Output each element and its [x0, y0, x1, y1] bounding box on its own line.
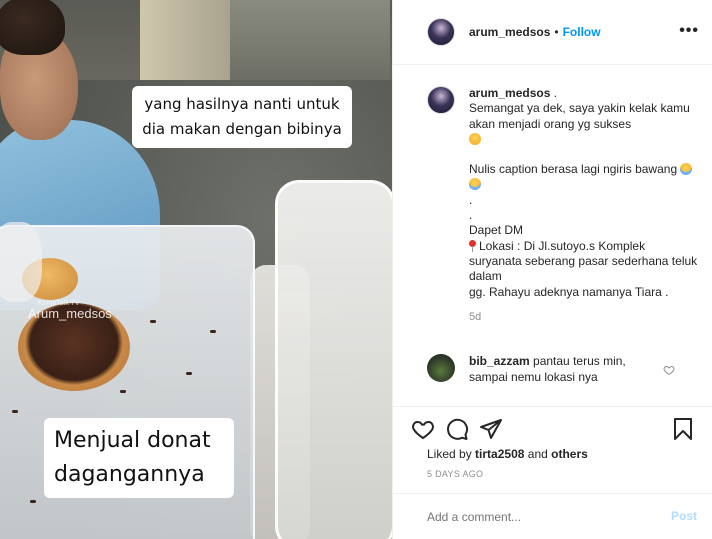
header-separator: • — [554, 25, 559, 39]
caption-username[interactable]: arum_medsos — [469, 86, 550, 100]
caption-suffix: . — [553, 86, 558, 100]
post-actions: Liked by tirta2508 and others 5 DAYS AGO — [393, 406, 712, 493]
caption-line5: gg. Rahayu adeknya namanya Tiara . — [469, 284, 669, 299]
post-dialog: KompTalk TV Arum_medsos yang hasilnya na… — [0, 0, 712, 539]
media-sprinkle — [150, 320, 156, 323]
smile-emoji-icon — [469, 132, 481, 145]
likes-user[interactable]: tirta2508 — [475, 447, 524, 461]
media-glove — [0, 222, 42, 302]
comment-input[interactable] — [427, 509, 657, 524]
post-time-ago[interactable]: 5 DAYS AGO — [427, 469, 483, 479]
avatar[interactable] — [427, 18, 455, 46]
caption-line3: Dapet DM — [469, 223, 524, 238]
heart-small-icon[interactable] — [663, 364, 675, 376]
comment-icon[interactable] — [445, 417, 469, 441]
likes-and: and — [527, 447, 548, 461]
comment-username[interactable]: bib_azzam — [469, 354, 530, 368]
more-icon[interactable]: ••• — [679, 22, 699, 40]
media-sprinkle — [120, 390, 126, 393]
likes-prefix: Liked by — [427, 447, 472, 461]
heart-icon[interactable] — [411, 417, 435, 441]
comment-avatar[interactable] — [427, 354, 455, 382]
comment-row: bib_azzam pantau terus min, sampai nemu … — [427, 354, 697, 385]
caption-line2-text: Nulis caption berasa lagi ngiris bawang — [469, 162, 678, 177]
follow-button[interactable]: Follow — [563, 25, 601, 39]
media-caption-top: yang hasilnya nanti untuk dia makan deng… — [132, 86, 352, 148]
media-box-right — [275, 180, 392, 539]
caption-line4-text: Lokasi : Di Jl.sutoyo.s Komplek suryanat… — [469, 238, 698, 284]
caption-dot1: . — [469, 192, 473, 207]
media-pillar — [140, 0, 230, 80]
share-icon[interactable] — [479, 417, 503, 441]
crying-emoji-icon — [469, 178, 481, 191]
header-username[interactable]: arum_medsos — [469, 25, 550, 39]
media-caption-bottom: Menjual donat dagangannya — [44, 418, 234, 498]
add-comment-bar: Post — [393, 493, 712, 539]
media-sprinkle — [210, 330, 216, 333]
caption-line1: Semangat ya dek, saya yakin kelak kamu a… — [469, 101, 690, 131]
media-girl-hair — [0, 0, 65, 55]
post-media[interactable]: KompTalk TV Arum_medsos yang hasilnya na… — [0, 0, 392, 539]
caption-dot2: . — [469, 208, 473, 223]
media-watermark: KompTalk TV Arum_medsos — [28, 300, 112, 321]
comments-list[interactable]: arum_medsos . Semangat ya dek, saya yaki… — [393, 66, 712, 406]
crying-emoji-icon — [680, 163, 693, 176]
caption-time[interactable]: 5d — [469, 310, 699, 325]
bookmark-icon[interactable] — [671, 417, 695, 441]
media-sprinkle — [30, 500, 36, 503]
likes-summary: Liked by tirta2508 and others — [427, 447, 588, 461]
post-header: arum_medsos • Follow ••• — [393, 0, 712, 65]
media-sprinkle — [12, 410, 18, 413]
post-button[interactable]: Post — [671, 509, 697, 523]
post-side-panel: arum_medsos • Follow ••• arum_medsos . S… — [392, 0, 712, 539]
watermark-text: Arum_medsos — [28, 306, 112, 321]
comment-body: bib_azzam pantau terus min, sampai nemu … — [469, 354, 659, 385]
media-sprinkle — [186, 372, 192, 375]
caption-row: arum_medsos . Semangat ya dek, saya yaki… — [427, 86, 699, 325]
caption-line4: Lokasi : Di Jl.sutoyo.s Komplek suryanat… — [469, 239, 699, 285]
likes-others[interactable]: others — [551, 447, 588, 461]
caption-body: arum_medsos . Semangat ya dek, saya yaki… — [469, 86, 699, 325]
caption-avatar[interactable] — [427, 86, 455, 114]
caption-emoji-row — [469, 132, 699, 147]
caption-line2: Nulis caption berasa lagi ngiris bawang — [469, 162, 699, 193]
pin-icon — [469, 239, 476, 252]
